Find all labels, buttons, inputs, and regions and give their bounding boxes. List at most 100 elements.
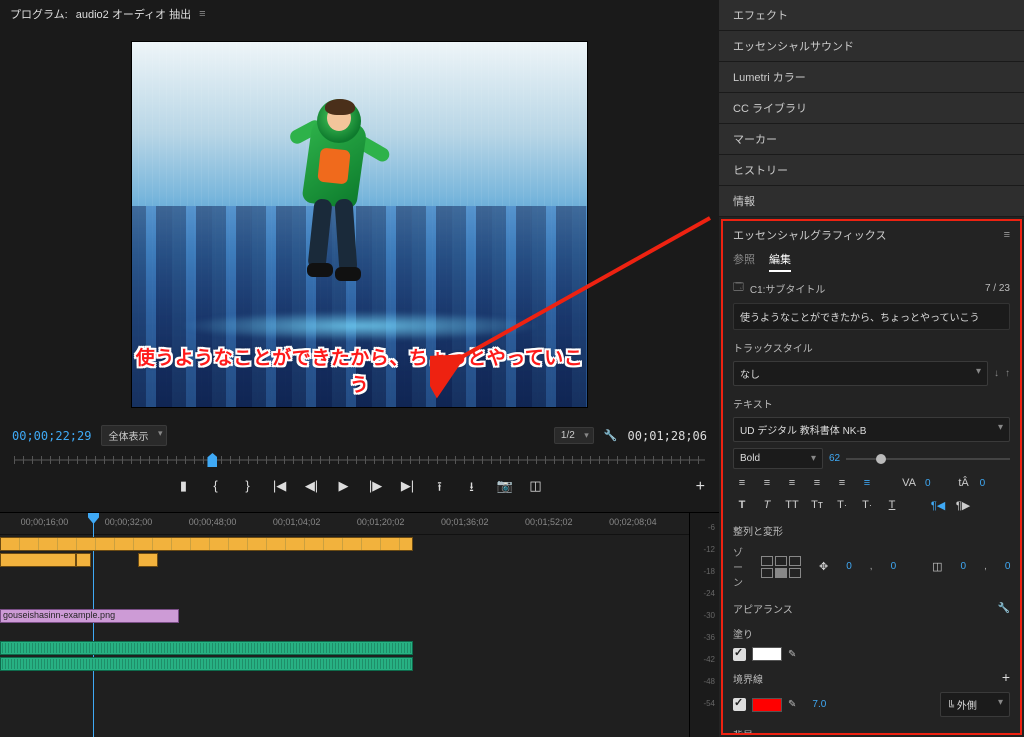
subscript-icon[interactable]: T· xyxy=(858,497,876,513)
align-transform-label: 整列と変形 xyxy=(733,523,1010,538)
align-justify-icon[interactable]: ≡ xyxy=(808,475,826,491)
program-scrub-bar[interactable] xyxy=(14,452,705,468)
panel-tab[interactable]: ヒストリー xyxy=(719,155,1024,186)
track-a2[interactable] xyxy=(0,657,689,673)
ruler-tick: 00;01;20;02 xyxy=(357,517,405,527)
underline-icon[interactable]: T xyxy=(883,497,901,513)
font-size-slider[interactable] xyxy=(846,452,1010,466)
program-title: audio2 オーディオ 抽出 xyxy=(76,6,191,22)
add-marker-icon[interactable]: ▮ xyxy=(177,478,191,500)
text-style-row: T T TT Tᴛ T· T· T ¶◀ ¶▶ xyxy=(733,497,1010,513)
panel-tab[interactable]: マーカー xyxy=(719,124,1024,155)
eg-title: エッセンシャルグラフィックス xyxy=(733,227,886,243)
track-captions[interactable] xyxy=(0,537,689,553)
step-fwd-icon[interactable]: |▶ xyxy=(369,478,383,500)
align-left-icon[interactable]: ≡ xyxy=(733,475,751,491)
program-time-row: 00;00;22;29 全体表示 1/2 🔧 00;01;28;06 xyxy=(0,421,719,450)
button-editor-icon[interactable]: + xyxy=(696,478,705,496)
stroke-position-select[interactable]: ╚ 外側 xyxy=(940,692,1010,717)
current-timecode[interactable]: 00;00;22;29 xyxy=(12,429,91,443)
clip-image[interactable]: gouseishasinn-example.png xyxy=(0,609,179,623)
eg-menu-icon[interactable]: ≡ xyxy=(1004,229,1010,241)
caption-count: 7 / 23 xyxy=(985,283,1010,294)
panel-tabs: エフェクトエッセンシャルサウンドLumetri カラーCC ライブラリマーカーヒ… xyxy=(719,0,1024,217)
scale-icon[interactable]: ◫ xyxy=(932,559,942,575)
settings-wrench-icon[interactable]: 🔧 xyxy=(604,429,618,442)
go-out-icon[interactable]: ▶| xyxy=(401,478,415,500)
paragraph-align-row: ≡ ≡ ≡ ≡ ≡ ≡ VA 0 tÂ 0 xyxy=(733,475,1010,491)
ltr-icon[interactable]: ¶▶ xyxy=(954,497,972,513)
fill-swatch[interactable] xyxy=(752,647,782,661)
zone-grid[interactable] xyxy=(761,556,801,578)
faux-italic-icon[interactable]: T xyxy=(758,497,776,513)
ruler-tick: 00;01;04;02 xyxy=(273,517,321,527)
style-pull-icon[interactable]: ↑ xyxy=(1005,368,1010,379)
caption-text-input[interactable]: 使うようなことができたから、ちょっとやっていこう xyxy=(733,303,1010,330)
compare-icon[interactable]: ◫ xyxy=(529,478,543,500)
tab-browse[interactable]: 参照 xyxy=(733,251,755,272)
position-icon[interactable]: ✥ xyxy=(819,559,828,575)
export-frame-icon[interactable]: 📷 xyxy=(497,478,511,500)
pos-x[interactable]: 0 xyxy=(846,561,852,572)
scale-y[interactable]: 0 xyxy=(1005,561,1011,572)
panel-tab[interactable]: 情報 xyxy=(719,186,1024,217)
fill-eyedropper-icon[interactable]: ✎ xyxy=(788,649,796,660)
program-label: プログラム: xyxy=(10,6,68,22)
smallcaps-icon[interactable]: Tᴛ xyxy=(808,497,826,513)
panel-tab[interactable]: エッセンシャルサウンド xyxy=(719,31,1024,62)
play-icon[interactable]: ▶ xyxy=(337,478,351,500)
tategaki-icon[interactable]: ¶◀ xyxy=(929,497,947,513)
align-right-icon[interactable]: ≡ xyxy=(783,475,801,491)
go-in-icon[interactable]: |◀ xyxy=(273,478,287,500)
pos-y[interactable]: 0 xyxy=(891,561,897,572)
fill-checkbox[interactable] xyxy=(733,648,746,661)
align-justify-last-center-icon[interactable]: ≡ xyxy=(858,475,876,491)
panel-tab[interactable]: CC ライブラリ xyxy=(719,93,1024,124)
track-a1[interactable] xyxy=(0,641,689,657)
time-ruler[interactable]: 00;00;16;0000;00;32;0000;00;48;0000;01;0… xyxy=(0,513,689,535)
ruler-tick: 00;00;16;00 xyxy=(21,517,69,527)
timeline-panel[interactable]: 00;00;16;0000;00;32;0000;00;48;0000;01;0… xyxy=(0,512,719,737)
zoom-fit-select[interactable]: 全体表示 xyxy=(101,425,167,446)
step-back-icon[interactable]: ◀| xyxy=(305,478,319,500)
font-size-value[interactable]: 62 xyxy=(829,453,840,464)
superscript-icon[interactable]: T· xyxy=(833,497,851,513)
baseline-value[interactable]: 0 xyxy=(980,478,986,489)
baseline-shift-icon[interactable]: tÂ xyxy=(955,475,973,491)
allcaps-icon[interactable]: TT xyxy=(783,497,801,513)
track-v3[interactable] xyxy=(0,553,689,569)
stroke-swatch[interactable] xyxy=(752,698,782,712)
mark-in-icon[interactable]: { xyxy=(209,478,223,500)
lift-icon[interactable]: ⭱ xyxy=(433,478,447,500)
caption-track-label[interactable]: C1:サブタイトル xyxy=(750,281,826,296)
video-frame: 使うようなことができたから、ちょっとやっていこう xyxy=(132,42,587,407)
panel-menu-icon[interactable]: ≡ xyxy=(199,8,205,20)
scale-x[interactable]: 0 xyxy=(961,561,967,572)
panel-tab[interactable]: エフェクト xyxy=(719,0,1024,31)
font-family-select[interactable]: UD デジタル 教科書体 NK-B xyxy=(733,417,1010,442)
tab-edit[interactable]: 編集 xyxy=(769,251,791,272)
tracking-value[interactable]: 0 xyxy=(925,478,931,489)
style-push-icon[interactable]: ↓ xyxy=(994,368,999,379)
align-center-icon[interactable]: ≡ xyxy=(758,475,776,491)
mark-out-icon[interactable]: } xyxy=(241,478,255,500)
stroke-width[interactable]: 7.0 xyxy=(812,699,826,710)
align-justify-last-left-icon[interactable]: ≡ xyxy=(833,475,851,491)
text-section-label: テキスト xyxy=(733,396,1010,411)
panel-tab[interactable]: Lumetri カラー xyxy=(719,62,1024,93)
trackstyle-select[interactable]: なし xyxy=(733,361,988,386)
fill-label: 塗り xyxy=(733,626,1010,641)
track-v1[interactable]: gouseishasinn-example.png xyxy=(0,609,689,625)
faux-bold-icon[interactable]: T xyxy=(733,497,751,513)
extract-icon[interactable]: ⭳ xyxy=(465,478,479,500)
audio-meter: -6-12-18-24-30-36-42-48-54 xyxy=(689,513,719,737)
stroke-eyedropper-icon[interactable]: ✎ xyxy=(788,699,796,710)
add-stroke-icon[interactable]: + xyxy=(1002,669,1010,685)
program-monitor[interactable]: 使うようなことができたから、ちょっとやっていこう xyxy=(0,28,719,421)
resolution-select[interactable]: 1/2 xyxy=(554,427,594,444)
appearance-label: アピアランス xyxy=(733,601,793,616)
appearance-wrench-icon[interactable]: 🔧 xyxy=(998,603,1010,614)
stroke-checkbox[interactable] xyxy=(733,698,746,711)
tracking-icon[interactable]: VA xyxy=(900,475,918,491)
font-style-select[interactable]: Bold xyxy=(733,448,823,469)
